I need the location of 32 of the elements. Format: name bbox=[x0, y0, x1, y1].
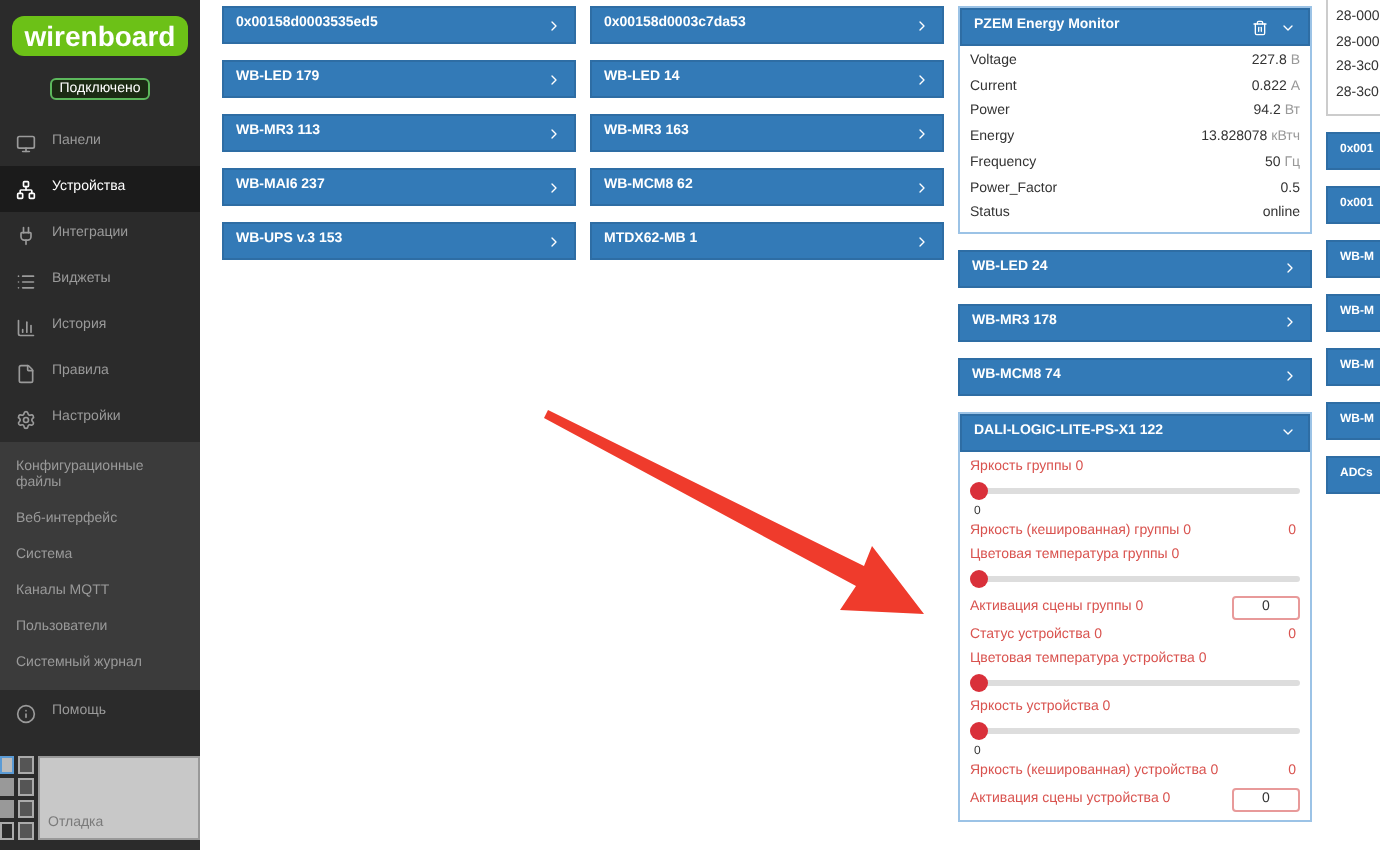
chevron-right-icon bbox=[914, 71, 930, 87]
chevron-right-icon bbox=[546, 71, 562, 87]
logo: wirenboard bbox=[12, 16, 188, 56]
trash-icon[interactable] bbox=[1252, 19, 1268, 35]
chevron-right-icon bbox=[914, 233, 930, 249]
gear-icon bbox=[16, 409, 36, 429]
file-icon bbox=[16, 363, 36, 383]
chevron-right-icon bbox=[546, 125, 562, 141]
window-thumbnails-drawing bbox=[0, 756, 34, 840]
chevron-right-icon bbox=[914, 179, 930, 195]
plug-icon bbox=[16, 225, 36, 245]
chevron-right-icon bbox=[546, 233, 562, 249]
slider[interactable] bbox=[970, 721, 1300, 740]
list-icon bbox=[16, 271, 36, 291]
chevron-right-icon bbox=[1282, 314, 1298, 331]
chevron-right-icon bbox=[546, 17, 562, 33]
chevron-right-icon bbox=[546, 179, 562, 195]
chevron-right-icon bbox=[914, 125, 930, 141]
info-icon bbox=[16, 703, 36, 723]
chevron-right-icon bbox=[1282, 368, 1298, 385]
slider-thumb[interactable] bbox=[970, 721, 988, 740]
slider[interactable] bbox=[970, 481, 1300, 500]
slider-thumb[interactable] bbox=[970, 673, 988, 692]
slider[interactable] bbox=[970, 673, 1300, 692]
chevron-right-icon bbox=[914, 17, 930, 33]
slider-thumb[interactable] bbox=[970, 569, 988, 588]
bar-chart-icon bbox=[16, 317, 36, 337]
chevron-right-icon bbox=[1282, 260, 1298, 277]
slider[interactable] bbox=[970, 569, 1300, 588]
slider-thumb[interactable] bbox=[970, 481, 988, 500]
monitor-icon bbox=[16, 133, 36, 153]
network-icon bbox=[16, 179, 36, 199]
